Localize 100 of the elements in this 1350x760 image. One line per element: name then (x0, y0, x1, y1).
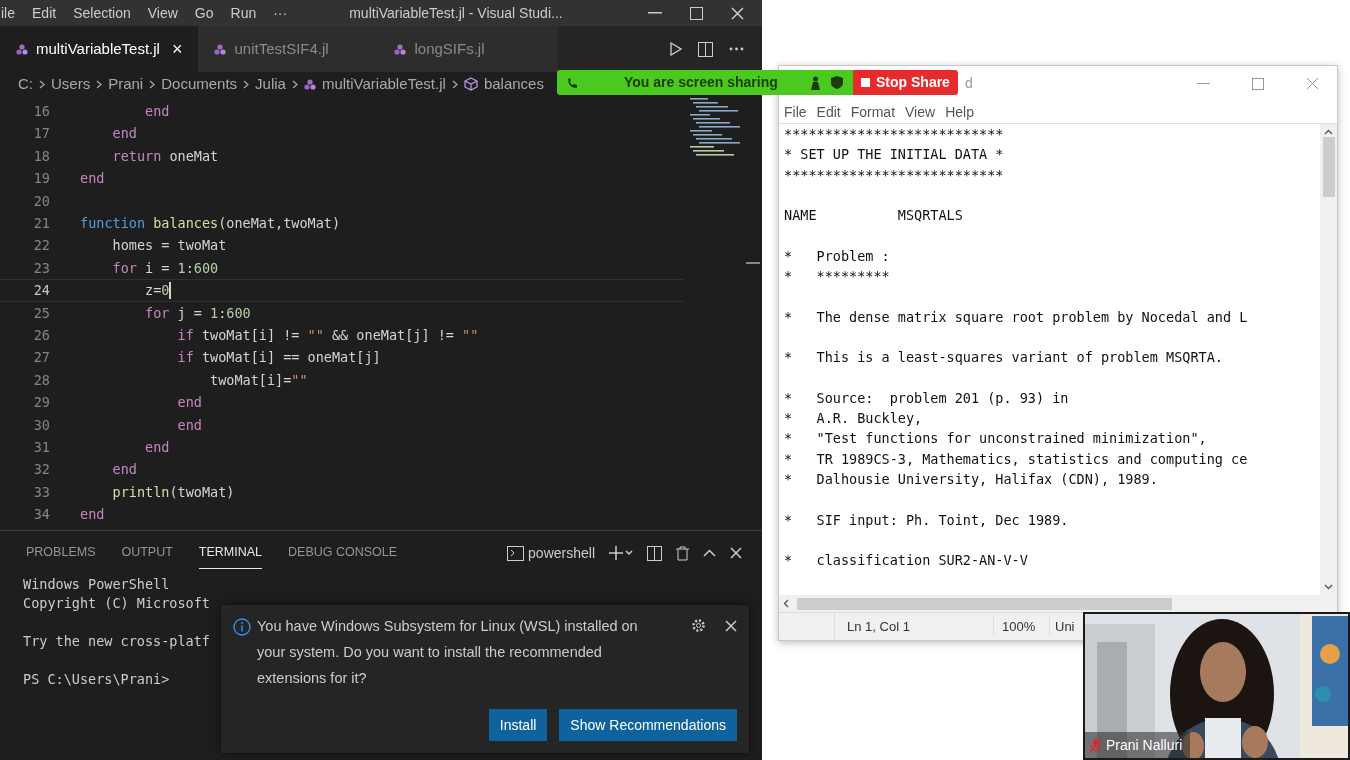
terminal-name[interactable]: powershell (528, 542, 595, 564)
menu-item[interactable]: File (784, 101, 807, 123)
chevron-icon (96, 79, 103, 89)
menu-item[interactable]: Help (945, 101, 974, 123)
chevron-up-icon[interactable] (703, 549, 716, 557)
menu-item[interactable]: Format (850, 101, 896, 123)
tab-label: longSIFs.jl (414, 38, 485, 59)
menu-item[interactable]: Selection (73, 2, 131, 24)
editor-tab[interactable]: longSIFs.jl (378, 26, 559, 72)
julia-dots-icon (16, 43, 28, 55)
status-encoding: Uni (1049, 616, 1075, 637)
scrollbar-thumb[interactable] (1322, 137, 1335, 197)
menu-item[interactable]: Edit (816, 101, 841, 123)
menu-item[interactable]: View (905, 101, 936, 123)
notification-message: You have Windows Subsystem for Linux (WSL) installed on your system. Do you want to install the recommended extensions for it? (257, 617, 639, 688)
person-icon[interactable] (810, 75, 821, 90)
code-line: function balances(oneMat,twoMat) (80, 214, 341, 233)
split-terminal-icon[interactable] (647, 545, 662, 561)
line-number: 29 (32, 393, 50, 413)
panel-tab[interactable]: OUTPUT (121, 537, 173, 569)
scroll-left-icon[interactable] (783, 599, 789, 608)
terminal-line: Copyright (C) Microsoft (23, 594, 210, 613)
menu-item[interactable]: Go (194, 2, 214, 24)
menu-item[interactable]: View (147, 2, 178, 24)
close-icon[interactable] (731, 6, 744, 20)
scroll-down-icon[interactable] (1324, 584, 1333, 590)
line-number: 24 (32, 281, 50, 301)
text-line: * TR 1989CS-3, Mathematics, statistics and computing ce (784, 449, 1248, 469)
text-line: * SET UP THE INITIAL DATA * (784, 145, 1004, 165)
code-line: for i = 1:600 (111, 258, 219, 278)
scroll-up-icon[interactable] (1324, 129, 1333, 135)
tab-label: multiVariableTest.jl (36, 38, 160, 59)
julia-dots-icon (214, 43, 227, 55)
horizontal-scrollbar[interactable] (779, 595, 1337, 612)
terminal-line: Try the new cross-platf (23, 632, 210, 651)
vertical-scrollbar[interactable] (1320, 124, 1337, 595)
editor-tab[interactable]: multiVariableTest.jl × (0, 26, 199, 72)
text-line: * Source: problem 201 (p. 93) in (784, 388, 1069, 408)
text-line: *************************** (784, 165, 1004, 185)
text-line: * "Test functions for unconstrained minimization", (784, 429, 1207, 449)
text-line: * classification SUR2-AN-V-V (784, 551, 1028, 571)
code-line: if twoMat[i] != "" && oneMat[j] != "" (176, 325, 479, 345)
code-line: if twoMat[i] == oneMat[j] (176, 348, 381, 368)
minimize-icon[interactable] (1197, 82, 1210, 85)
line-number: 22 (32, 236, 50, 256)
breadcrumb[interactable]: Julia (255, 72, 286, 96)
line-number: 17 (32, 124, 50, 144)
run-icon[interactable] (670, 42, 682, 56)
code-line: end (144, 437, 170, 457)
close-icon[interactable] (730, 547, 742, 559)
line-number: 21 (32, 214, 50, 233)
menu-item[interactable]: ile (1, 2, 15, 24)
code-line: for j = 1:600 (144, 303, 251, 323)
menu-item[interactable]: Run (230, 2, 257, 24)
editor-tab[interactable]: unitTestSIF4.jl (198, 26, 379, 72)
text-line: * Problem : (784, 246, 890, 266)
line-number: 20 (32, 191, 50, 211)
phone-icon (567, 76, 578, 89)
status-position: Ln 1, Col 1 (846, 617, 911, 636)
code-line: z=0 (144, 281, 170, 301)
panel-tab[interactable]: DEBUG CONSOLE (288, 537, 398, 569)
chevron-icon (149, 79, 156, 89)
shield-icon[interactable] (831, 76, 843, 89)
code-line: return oneMat (111, 146, 219, 166)
split-editor-icon[interactable] (698, 41, 713, 57)
code-line: homes = twoMat (111, 236, 227, 256)
line-number: 25 (32, 303, 50, 323)
notification-button[interactable]: Show Recommendations (559, 709, 737, 741)
close-icon[interactable] (725, 619, 737, 632)
stop-share-button[interactable]: Stop Share (853, 70, 958, 95)
maximize-icon[interactable] (690, 6, 703, 20)
text-line: * SIF input: Ph. Toint, Dec 1989. (784, 510, 1069, 530)
terminal-line: Windows PowerShell (23, 575, 170, 594)
trash-icon[interactable] (676, 545, 689, 561)
breadcrumb[interactable]: multiVariableTest.jl (321, 72, 446, 96)
code-line: end (111, 460, 137, 480)
breadcrumb[interactable]: balances (483, 72, 544, 96)
scrollbar-thumb[interactable] (797, 597, 1172, 610)
chevron-icon (451, 79, 458, 89)
breadcrumb[interactable]: Documents (161, 72, 238, 96)
chevron-icon (39, 79, 45, 89)
panel-tab[interactable]: PROBLEMS (26, 537, 96, 569)
panel-tab[interactable]: TERMINAL (198, 537, 263, 569)
breadcrumb[interactable]: C: (18, 72, 33, 96)
breadcrumb[interactable]: Users (51, 72, 91, 96)
plus-icon[interactable] (609, 546, 633, 560)
line-number: 32 (32, 460, 50, 480)
notification-button[interactable]: Install (488, 709, 548, 741)
text-line: * ********* (784, 267, 890, 287)
more-icon[interactable] (729, 47, 744, 51)
menu-item[interactable]: ··· (273, 2, 288, 24)
close-icon[interactable]: × (171, 35, 183, 63)
menu-item[interactable]: Edit (32, 2, 57, 24)
breadcrumb[interactable]: Prani (108, 72, 144, 96)
text-line: * A.R. Buckley, (784, 409, 923, 429)
line-number: 28 (32, 370, 50, 390)
settings-icon[interactable] (690, 617, 707, 634)
scrollbar-thumb[interactable] (746, 262, 760, 264)
julia-dots-icon (394, 43, 407, 55)
text-line: * Dalhousie University, Halifax (CDN), 1989. (784, 470, 1158, 490)
